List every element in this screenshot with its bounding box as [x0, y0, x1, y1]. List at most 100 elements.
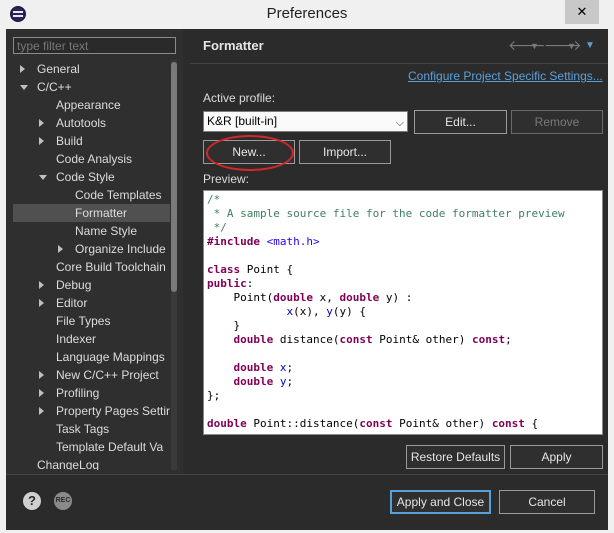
tree-item[interactable]: Autotools — [13, 114, 170, 132]
code-token: x, — [312, 291, 340, 304]
forward-dropdown-icon[interactable]: ▼ — [567, 41, 576, 51]
tree-item-label: File Types — [56, 314, 111, 328]
collapsed-twisty-icon[interactable] — [39, 137, 44, 145]
tree-item-label: Profiling — [56, 386, 100, 400]
code-token: const — [471, 333, 506, 346]
edit-profile-button[interactable]: Edit... — [414, 110, 507, 134]
tree-item[interactable]: Profiling — [13, 384, 170, 402]
preview-label: Preview: — [203, 172, 250, 186]
code-line: }; — [207, 389, 565, 403]
tree-item-label: Template Default Va — [56, 440, 164, 454]
record-macro-icon[interactable]: REC — [54, 492, 72, 510]
back-arrow-icon[interactable]: 🡐 — [508, 37, 546, 54]
code-line: x(x), y(y) { — [207, 305, 565, 319]
code-line: #include <math.h> — [207, 235, 565, 249]
tree-item-label: Indexer — [56, 332, 97, 346]
tree-item-label: Name Style — [75, 224, 138, 238]
active-profile-select[interactable]: K&R [built-in] ⌵ — [203, 111, 408, 132]
tree-item[interactable]: New C/C++ Project — [13, 366, 170, 384]
tree-scrollbar[interactable] — [171, 60, 177, 470]
tree-item[interactable]: Indexer — [13, 330, 170, 348]
back-dropdown-icon[interactable]: ▼ — [530, 41, 539, 51]
code-token: class — [207, 263, 241, 276]
tree-item[interactable]: Editor — [13, 294, 170, 312]
collapsed-twisty-icon[interactable] — [20, 65, 25, 73]
code-line: double Point::distance(const Point& othe… — [207, 417, 565, 431]
code-token: <math.h> — [266, 235, 320, 248]
code-token: */ — [207, 221, 227, 234]
tree-item[interactable]: Template Default Va — [13, 438, 170, 456]
tree-item-label: Formatter — [75, 206, 128, 220]
code-line: * A sample source file for the code form… — [207, 207, 565, 221]
code-token: const — [359, 417, 393, 430]
cancel-button[interactable]: Cancel — [499, 490, 595, 514]
code-token: }; — [207, 389, 221, 402]
collapsed-twisty-icon[interactable] — [39, 407, 44, 415]
tree-item[interactable]: Core Build Toolchain — [13, 258, 170, 276]
tree-item[interactable]: File Types — [13, 312, 170, 330]
collapsed-twisty-icon[interactable] — [39, 281, 44, 289]
tree-item[interactable]: Code Style — [13, 168, 170, 186]
help-icon[interactable]: ? — [23, 492, 41, 510]
code-token: ; — [505, 333, 512, 346]
tree-item-label: Organize Include — [75, 242, 166, 256]
import-profile-button[interactable]: Import... — [299, 140, 391, 164]
tree-item[interactable]: Language Mappings — [13, 348, 170, 366]
code-line: Point(double x, double y) : — [207, 291, 565, 305]
tree-item[interactable]: Property Pages Settir — [13, 402, 170, 420]
window-close-button[interactable]: ✕ — [565, 0, 599, 24]
apply-button[interactable]: Apply — [510, 445, 603, 469]
tree-item[interactable]: Appearance — [13, 96, 170, 114]
configure-project-settings-link[interactable]: Configure Project Specific Settings... — [408, 69, 603, 83]
code-token: : — [246, 277, 254, 290]
collapsed-twisty-icon[interactable] — [39, 389, 44, 397]
code-token: { — [524, 417, 539, 430]
tree-item[interactable]: Name Style — [13, 222, 170, 240]
collapsed-twisty-icon[interactable] — [39, 299, 44, 307]
tree-item[interactable]: General — [13, 60, 170, 78]
apply-and-close-button[interactable]: Apply and Close — [390, 490, 491, 514]
page-title: Formatter — [203, 38, 264, 53]
tree-item-label: Language Mappings — [56, 350, 165, 364]
expanded-twisty-icon[interactable] — [20, 85, 28, 90]
tree-scrollbar-thumb[interactable] — [171, 62, 177, 292]
tree-item[interactable]: Organize Include — [13, 240, 170, 258]
code-token: x — [279, 361, 287, 374]
code-token: ; — [286, 361, 294, 374]
code-token: double — [339, 291, 380, 304]
code-token: public — [207, 277, 247, 290]
collapsed-twisty-icon[interactable] — [39, 119, 44, 127]
collapsed-twisty-icon[interactable] — [58, 245, 63, 253]
view-menu-icon[interactable]: ▼ — [585, 40, 595, 51]
filter-input[interactable]: type filter text — [13, 37, 176, 54]
expanded-twisty-icon[interactable] — [39, 175, 47, 180]
tree-item-label: Editor — [56, 296, 88, 310]
tree-item[interactable]: C/C++ — [13, 78, 170, 96]
tree-item[interactable]: Task Tags — [13, 420, 170, 438]
highlight-annotation — [206, 135, 294, 171]
tree-item[interactable]: Code Analysis — [13, 150, 170, 168]
restore-defaults-button[interactable]: Restore Defaults — [406, 445, 505, 469]
code-line: public: — [207, 277, 565, 291]
collapsed-twisty-icon[interactable] — [39, 371, 44, 379]
code-line: class Point { — [207, 263, 565, 277]
tree-item[interactable]: Build — [13, 132, 170, 150]
tree-item-label: Build — [56, 134, 83, 148]
code-line: */ — [207, 221, 565, 235]
tree-item[interactable]: Formatter — [13, 204, 170, 222]
tree-item-label: Core Build Toolchain — [56, 260, 166, 274]
tree-item[interactable]: ChangeLog — [13, 456, 170, 470]
code-token: } — [207, 319, 241, 332]
code-line: double y; — [207, 375, 565, 389]
chevron-down-icon: ⌵ — [395, 117, 404, 129]
tree-item[interactable]: Code Templates — [13, 186, 170, 204]
code-token: Point( — [207, 291, 274, 304]
tree-item[interactable]: Debug — [13, 276, 170, 294]
remove-profile-button[interactable]: Remove — [511, 110, 603, 134]
